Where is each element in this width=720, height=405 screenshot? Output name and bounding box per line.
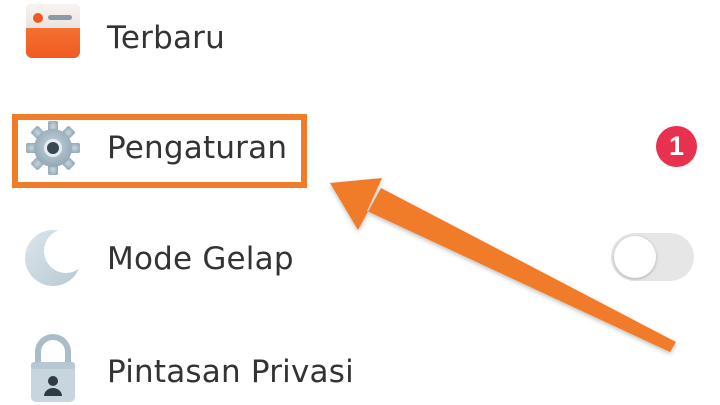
menu-item-label: Terbaru: [107, 20, 225, 56]
padlock-icon: [22, 330, 84, 402]
menu-item-label: Pengaturan: [107, 130, 288, 166]
crescent-moon-icon: [22, 227, 84, 289]
toggle-knob[interactable]: [614, 236, 656, 278]
menu-item-label: Mode Gelap: [107, 241, 294, 277]
menu-item-terbaru[interactable]: Terbaru: [0, 0, 720, 80]
browser-window-icon: [22, 0, 84, 62]
menu-item-pengaturan[interactable]: Pengaturan: [0, 108, 720, 188]
menu-item-pintasan-privasi[interactable]: Pintasan Privasi: [0, 330, 720, 405]
dark-mode-toggle[interactable]: [611, 233, 694, 281]
settings-menu: Terbaru Pengaturan Mode Gelap Pintasan P…: [0, 0, 720, 405]
menu-item-label: Pintasan Privasi: [107, 354, 354, 390]
gear-icon: [22, 117, 84, 179]
notification-badge: 1: [656, 126, 697, 167]
